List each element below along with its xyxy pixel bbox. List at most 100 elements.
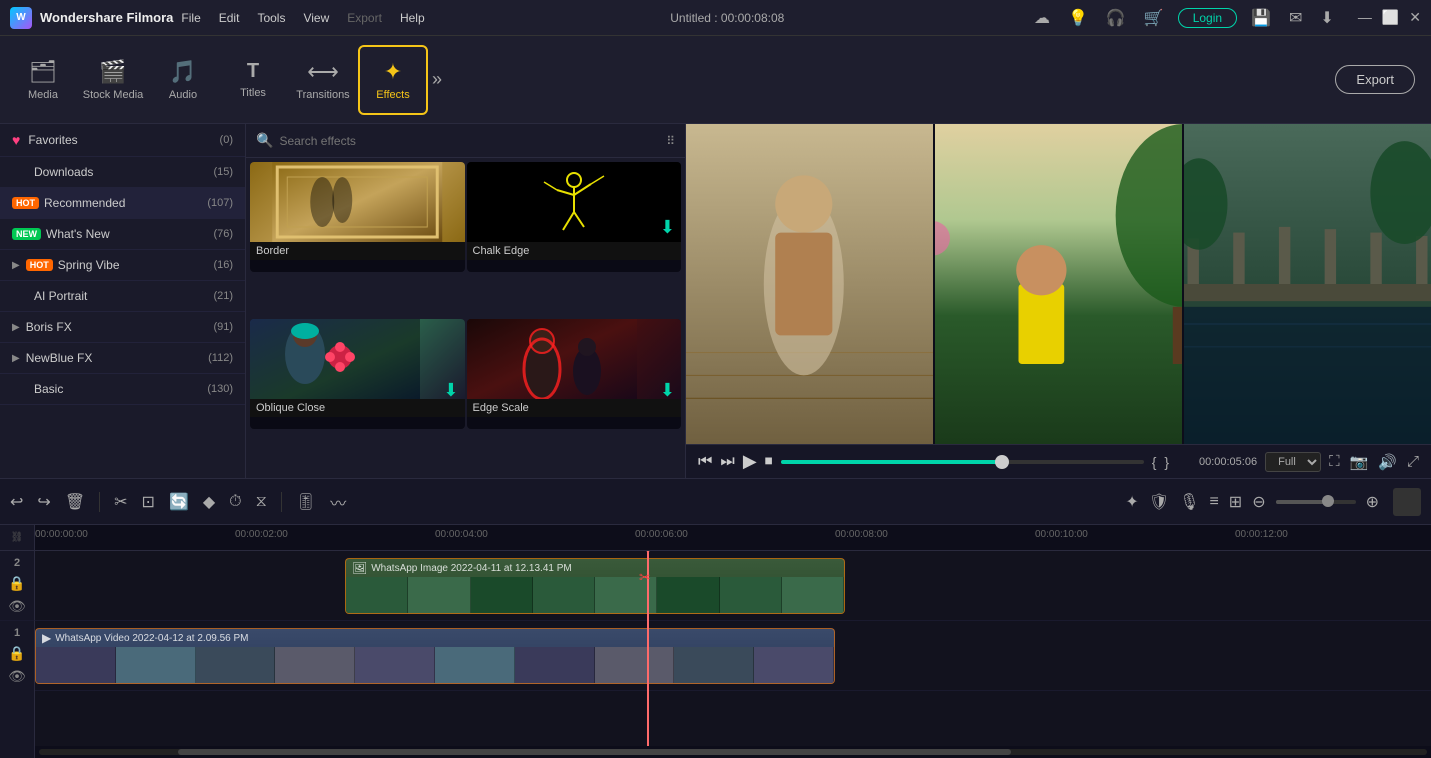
effect-card-border[interactable]: Border: [250, 162, 465, 272]
eye-icon-t1[interactable]: 👁: [8, 668, 26, 685]
tool-media[interactable]: 🗂 Media: [8, 45, 78, 115]
motion-button[interactable]: 🔄: [169, 492, 189, 512]
cloud-icon[interactable]: ☁: [1030, 6, 1054, 30]
scissors-icon: ✂: [639, 569, 651, 586]
save-icon[interactable]: 💾: [1247, 6, 1275, 30]
close-button[interactable]: ✕: [1409, 9, 1421, 26]
recommended-label: Recommended: [44, 196, 207, 210]
mail-icon[interactable]: ✉: [1285, 6, 1306, 30]
bulb-icon[interactable]: 💡: [1064, 6, 1092, 30]
redo-button[interactable]: ↪: [37, 492, 50, 512]
zoom-slider-fill: [1276, 500, 1324, 504]
pip-icon[interactable]: ⊞: [1229, 492, 1242, 512]
clip-image-strip[interactable]: 🖼 WhatsApp Image 2022-04-11 at 12.13.41 …: [345, 558, 845, 614]
tool-effects[interactable]: ✦ Effects: [358, 45, 428, 115]
out-point-bracket[interactable]: }: [1164, 454, 1169, 470]
stock-media-icon: 🎬: [99, 59, 126, 85]
ruler-3: 00:00:06:00: [635, 529, 688, 540]
sep2: [281, 492, 282, 512]
whats-new-count: (76): [213, 228, 233, 240]
tool-transitions[interactable]: ⟷ Transitions: [288, 45, 358, 115]
step-back-button[interactable]: ⏭: [720, 453, 734, 471]
shield-icon[interactable]: 🛡: [1149, 492, 1169, 512]
delete-button[interactable]: 🗑: [65, 492, 85, 512]
fullscreen-icon[interactable]: ⛶: [1329, 453, 1340, 471]
sidebar-item-spring-vibe[interactable]: ▶ HOT Spring Vibe (16): [0, 250, 245, 281]
timeline-extra-btn[interactable]: [1393, 488, 1421, 516]
app-info: W Wondershare Filmora File Edit Tools Vi…: [10, 7, 425, 29]
tool-titles[interactable]: T Titles: [218, 45, 288, 115]
export-button[interactable]: Export: [1335, 65, 1415, 94]
frame-1-4: [275, 647, 355, 684]
tool-stock-media[interactable]: 🎬 Stock Media: [78, 45, 148, 115]
effect-card-chalk-edge[interactable]: ⬇ Chalk Edge: [467, 162, 682, 272]
quality-selector[interactable]: Full 1/2 1/4: [1265, 452, 1321, 472]
sidebar-item-favorites[interactable]: ♥ Favorites (0): [0, 124, 245, 157]
frame-1-3: [196, 647, 276, 684]
zoom-slider[interactable]: [1276, 500, 1356, 504]
play-button[interactable]: ▶: [743, 451, 757, 472]
zoom-in-icon[interactable]: ⊕: [1366, 492, 1379, 512]
cart-icon[interactable]: 🛒: [1140, 6, 1168, 30]
menu-view[interactable]: View: [303, 11, 329, 25]
preview-right: [1184, 124, 1431, 444]
in-point-bracket[interactable]: {: [1152, 454, 1157, 470]
frame-2-4: [533, 577, 595, 614]
grid-icon[interactable]: ⠿: [666, 134, 675, 148]
eye-icon-t2[interactable]: 👁: [8, 598, 26, 615]
maximize-button[interactable]: ⬜: [1382, 9, 1399, 26]
expand-arrow-icon: ▶: [12, 260, 20, 271]
volume-icon[interactable]: 🔊: [1378, 453, 1397, 471]
zoom-out-icon[interactable]: ⊖: [1252, 492, 1265, 512]
timeline-scrollbar-thumb[interactable]: [178, 749, 1011, 755]
cut-button[interactable]: ✂: [114, 492, 127, 512]
titles-icon: T: [247, 60, 259, 83]
menu-file[interactable]: File: [181, 11, 200, 25]
subtitle-icon[interactable]: ≡: [1209, 493, 1218, 511]
mask-button[interactable]: ⏱: [229, 493, 241, 511]
effects-panel-icon[interactable]: ✦: [1125, 492, 1138, 512]
playhead[interactable]: ✂: [647, 551, 649, 746]
effect-card-edge-scale[interactable]: ⬇ Edge Scale: [467, 319, 682, 429]
crop-button[interactable]: ⊡: [142, 492, 155, 512]
preview-progress-bar[interactable]: [781, 460, 1144, 464]
basic-label: Basic: [34, 382, 207, 396]
lock-icon-t2[interactable]: 🔒: [8, 575, 25, 592]
resize-icon[interactable]: ⤢: [1407, 453, 1419, 471]
sidebar-item-newblue-fx[interactable]: ▶ NewBlue FX (112): [0, 343, 245, 374]
tool-transitions-label: Transitions: [296, 89, 349, 101]
undo-button[interactable]: ↩: [10, 492, 23, 512]
sidebar-item-recommended[interactable]: HOT Recommended (107): [0, 188, 245, 219]
sidebar-item-whats-new[interactable]: NEW What's New (76): [0, 219, 245, 250]
menu-tools[interactable]: Tools: [257, 11, 285, 25]
skip-back-button[interactable]: ⏮: [698, 453, 712, 471]
menu-help[interactable]: Help: [400, 11, 425, 25]
sidebar-item-basic[interactable]: Basic (130): [0, 374, 245, 405]
download-icon[interactable]: ⬇: [1316, 6, 1337, 30]
audio-detach-button[interactable]: 🎚: [296, 492, 316, 512]
clip-video-strip[interactable]: ▶ WhatsApp Video 2022-04-12 at 2.09.56 P…: [35, 628, 835, 684]
stop-button[interactable]: ⏹: [765, 453, 773, 471]
tool-audio[interactable]: 🎵 Audio: [148, 45, 218, 115]
speed-button[interactable]: ⧖: [256, 493, 267, 511]
timeline-scrollbar-track[interactable]: [39, 749, 1427, 755]
search-input[interactable]: [279, 134, 660, 148]
clip-2-label: 🖼 WhatsApp Image 2022-04-11 at 12.13.41 …: [352, 561, 572, 575]
login-button[interactable]: Login: [1178, 8, 1237, 28]
lock-icon-t1[interactable]: 🔒: [8, 645, 25, 662]
hot-badge: HOT: [12, 197, 39, 209]
mic-icon[interactable]: 🎙: [1179, 492, 1199, 512]
keyframe-button[interactable]: ◆: [203, 492, 215, 512]
sidebar-item-boris-fx[interactable]: ▶ Boris FX (91): [0, 312, 245, 343]
effect-card-oblique-close[interactable]: ⬇ Oblique Close: [250, 319, 465, 429]
snapshot-icon[interactable]: 📷: [1350, 453, 1369, 471]
link-icon[interactable]: ⛓: [11, 532, 24, 543]
sidebar-item-downloads[interactable]: Downloads (15): [0, 157, 245, 188]
toolbar-more[interactable]: »: [428, 69, 446, 90]
sidebar-item-ai-portrait[interactable]: AI Portrait (21): [0, 281, 245, 312]
headphone-icon[interactable]: 🎧: [1102, 6, 1130, 30]
menu-export[interactable]: Export: [347, 11, 382, 25]
track-row-2: 🖼 WhatsApp Image 2022-04-11 at 12.13.41 …: [35, 551, 1431, 621]
menu-edit[interactable]: Edit: [219, 11, 240, 25]
minimize-button[interactable]: —: [1358, 9, 1372, 26]
